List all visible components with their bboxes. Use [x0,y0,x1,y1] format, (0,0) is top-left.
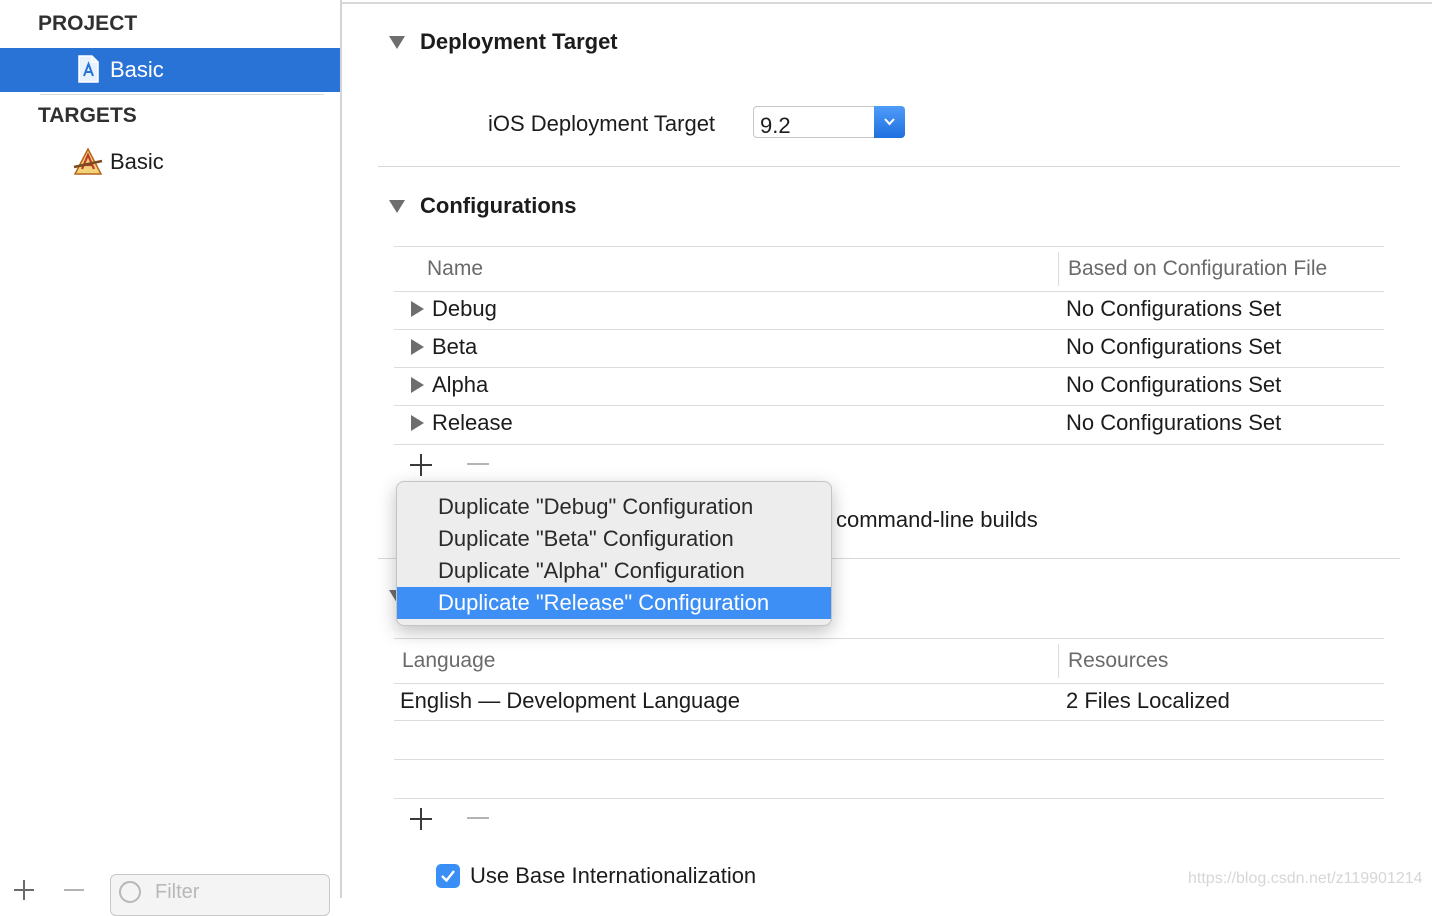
table-border [394,246,1384,247]
row-divider [394,329,1384,330]
disclosure-triangle-right-icon[interactable] [411,377,424,393]
column-header-language[interactable]: Language [402,649,495,673]
table-border [394,798,1384,799]
config-row-release-name[interactable]: Release [432,410,513,436]
menu-item-duplicate-beta[interactable]: Duplicate "Beta" Configuration [397,523,831,555]
add-configuration-menu: Duplicate "Debug" Configuration Duplicat… [396,481,832,626]
menu-item-duplicate-debug[interactable]: Duplicate "Debug" Configuration [397,491,831,523]
localization-row-language[interactable]: English — Development Language [400,688,740,714]
table-border [394,291,1384,292]
sidebar-item-label: Basic [110,57,164,82]
table-border [394,683,1384,684]
column-header-name[interactable]: Name [427,257,483,281]
config-row-debug-name[interactable]: Debug [432,296,497,322]
ios-deployment-target-value: 9.2 [760,113,791,138]
column-header-configuration-file[interactable]: Based on Configuration File [1068,257,1327,281]
disclosure-triangle-right-icon[interactable] [411,301,424,317]
remove-configuration-button[interactable] [465,452,491,478]
top-divider [342,2,1432,4]
sidebar-item-label: Basic [110,149,164,174]
filter-input[interactable]: Filter [110,874,330,916]
add-localization-button[interactable] [408,806,434,832]
use-base-internationalization-label[interactable]: Use Base Internationalization [470,863,756,889]
sidebar-divider [40,94,324,95]
row-divider [394,759,1384,760]
targets-section-header: TARGETS [38,104,137,127]
config-row-beta-file[interactable]: No Configurations Set [1066,334,1281,360]
remove-target-button[interactable] [62,878,86,902]
disclosure-triangle-down-icon[interactable] [389,36,405,49]
use-base-internationalization-checkbox[interactable] [436,864,460,888]
table-border [394,444,1384,445]
ios-deployment-target-label: iOS Deployment Target [488,111,716,136]
ios-deployment-target-select[interactable]: 9.2 [753,106,905,138]
navigator-sidebar: PROJECT Basic TARGETS Basic Filter [0,0,342,916]
config-row-alpha-name[interactable]: Alpha [432,372,488,398]
menu-item-duplicate-alpha[interactable]: Duplicate "Alpha" Configuration [397,555,831,587]
table-border [394,638,1384,639]
configurations-title: Configurations [420,193,577,218]
sidebar-item-target-basic[interactable]: Basic [0,140,340,184]
row-divider [394,405,1384,406]
config-row-alpha-file[interactable]: No Configurations Set [1066,372,1281,398]
remove-localization-button[interactable] [465,806,491,832]
row-divider [394,367,1384,368]
add-configuration-button[interactable] [408,452,434,478]
config-row-release-file[interactable]: No Configurations Set [1066,410,1281,436]
sidebar-item-project-basic[interactable]: Basic [0,48,340,92]
menu-item-duplicate-release[interactable]: Duplicate "Release" Configuration [397,587,831,619]
filter-placeholder: Filter [155,881,200,903]
disclosure-triangle-down-icon[interactable] [389,200,405,213]
deployment-target-title: Deployment Target [420,29,618,54]
column-header-resources[interactable]: Resources [1068,649,1168,673]
filter-icon [119,881,141,903]
row-divider [394,720,1384,721]
config-row-debug-file[interactable]: No Configurations Set [1066,296,1281,322]
column-separator [1058,644,1059,678]
app-target-icon [72,147,104,175]
disclosure-triangle-right-icon[interactable] [411,339,424,355]
watermark: https://blog.csdn.net/z119901214 [1188,870,1423,887]
localization-row-resources[interactable]: 2 Files Localized [1066,688,1230,714]
chevron-down-icon[interactable] [874,106,905,138]
add-target-button[interactable] [12,878,36,902]
command-line-builds-text: command-line builds [836,507,1038,532]
project-section-header: PROJECT [38,12,138,35]
project-file-icon [76,55,100,83]
config-row-beta-name[interactable]: Beta [432,334,477,360]
section-divider [378,166,1400,167]
column-separator [1058,252,1059,286]
disclosure-triangle-right-icon[interactable] [411,415,424,431]
